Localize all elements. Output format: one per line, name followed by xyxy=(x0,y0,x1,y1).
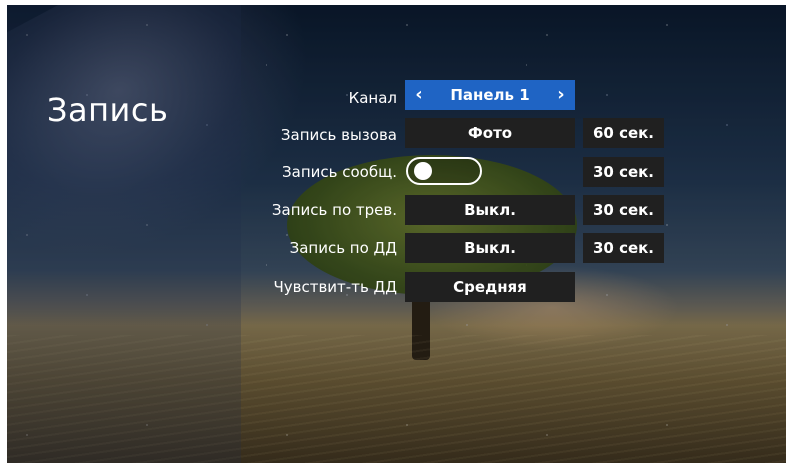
motion-record-mode[interactable]: Выкл. xyxy=(405,233,575,263)
message-record-label: Запись сообщ. xyxy=(282,163,397,181)
call-record-label: Запись вызова xyxy=(280,126,397,144)
left-panel: Запись xyxy=(7,5,241,463)
screen: Запись Канал ‹ Панель 1 › Запись вызова … xyxy=(7,5,786,463)
motion-sensitivity-label: Чувствит-ть ДД xyxy=(273,278,397,296)
channel-value: Панель 1 xyxy=(450,86,530,104)
call-record-duration[interactable]: 60 сек. xyxy=(583,118,664,148)
message-record-duration[interactable]: 30 сек. xyxy=(583,157,664,187)
alarm-record-label: Запись по трев. xyxy=(271,201,397,219)
channel-selector[interactable]: ‹ Панель 1 › xyxy=(405,80,575,110)
page-title: Запись xyxy=(47,91,169,129)
motion-record-duration[interactable]: 30 сек. xyxy=(583,233,664,263)
toggle-knob xyxy=(414,162,432,180)
chevron-right-icon[interactable]: › xyxy=(549,80,573,110)
motion-record-label: Запись по ДД xyxy=(289,239,397,257)
alarm-record-mode[interactable]: Выкл. xyxy=(405,195,575,225)
call-record-mode[interactable]: Фото xyxy=(405,118,575,148)
message-record-toggle[interactable] xyxy=(406,157,482,185)
alarm-record-duration[interactable]: 30 сек. xyxy=(583,195,664,225)
chevron-left-icon[interactable]: ‹ xyxy=(407,80,431,110)
motion-sensitivity-value[interactable]: Средняя xyxy=(405,272,575,302)
channel-label: Канал xyxy=(348,89,397,107)
